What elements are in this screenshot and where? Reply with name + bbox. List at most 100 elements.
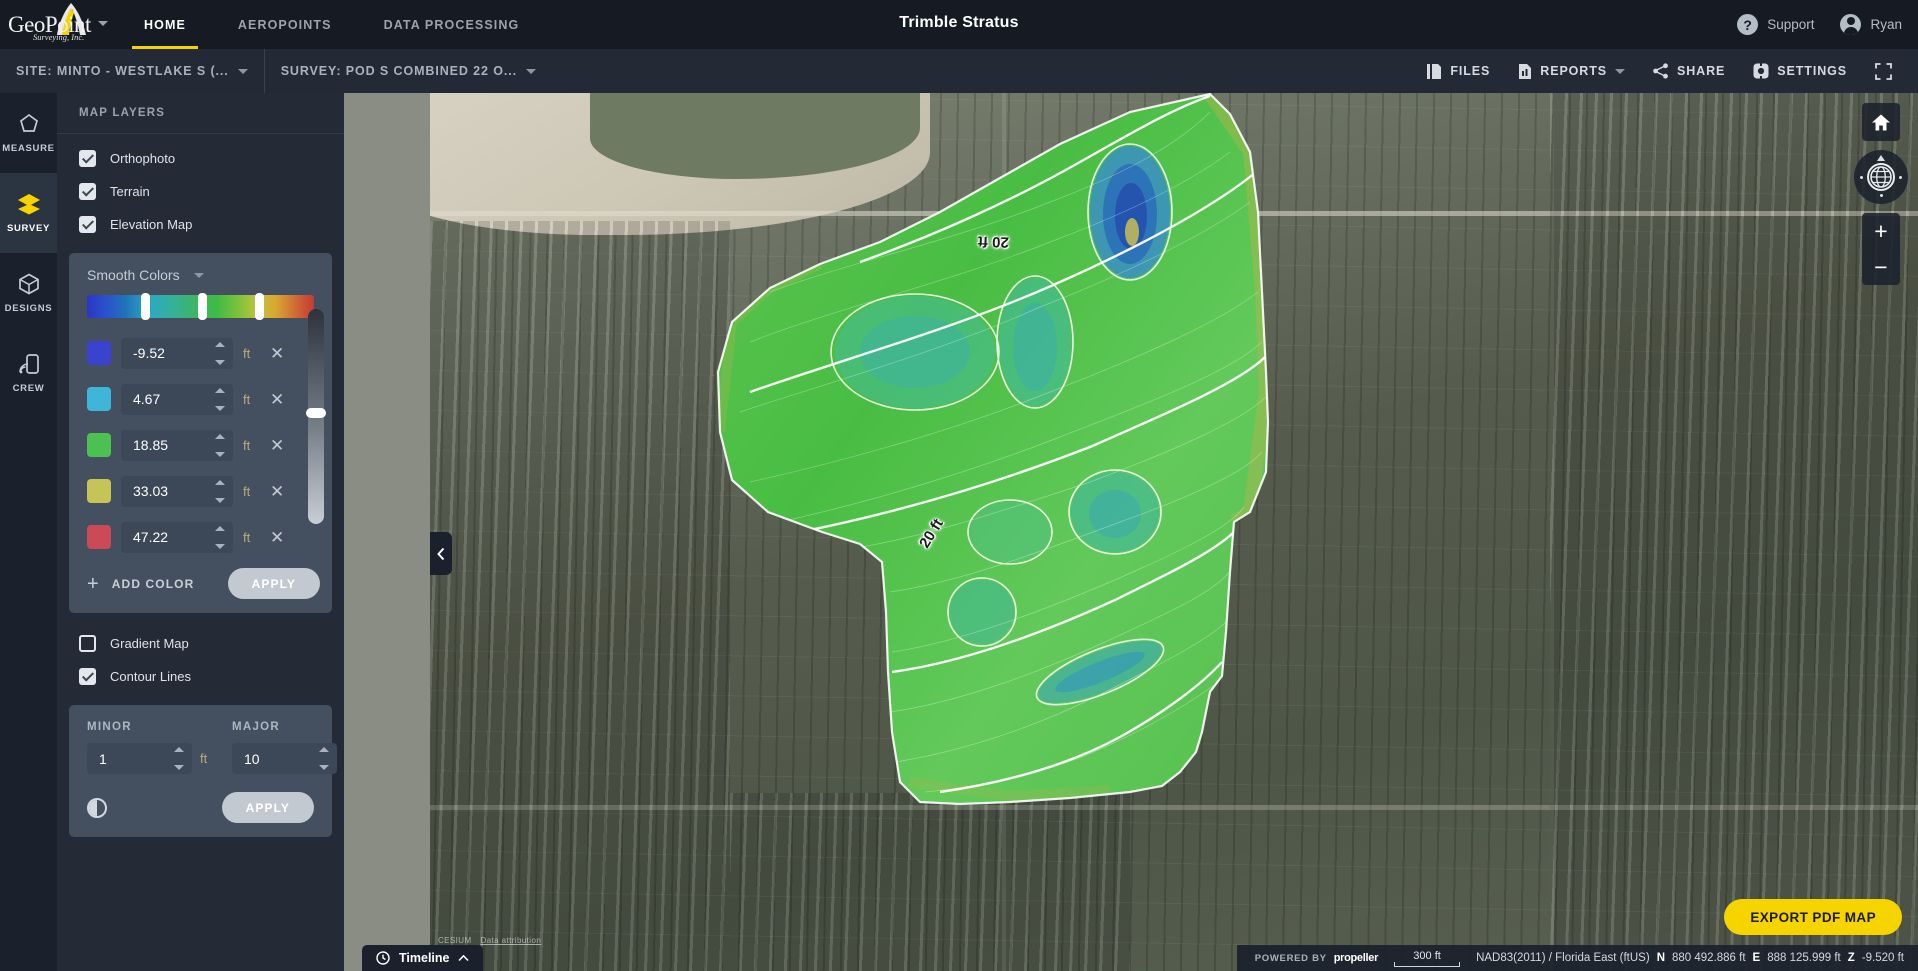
files-button[interactable]: FILES [1413, 49, 1504, 93]
compass-east-dot[interactable] [1899, 176, 1902, 179]
stepper-up-icon[interactable] [215, 480, 225, 485]
zoom-out-button[interactable]: − [1874, 254, 1887, 281]
stepper-control[interactable] [215, 388, 226, 411]
compass-west-dot[interactable] [1860, 176, 1863, 179]
remove-color-button[interactable]: ✕ [267, 391, 287, 408]
elevation-value-field[interactable] [121, 476, 233, 507]
color-swatch[interactable] [87, 525, 111, 549]
export-pdf-map-button[interactable]: EXPORT PDF MAP [1724, 899, 1902, 935]
stepper-up-icon[interactable] [215, 434, 225, 439]
stepper-down-icon[interactable] [319, 765, 329, 770]
reports-button[interactable]: REPORTS [1504, 49, 1639, 93]
brand-dropdown-icon[interactable] [98, 21, 108, 26]
minor-interval-field[interactable] [87, 743, 192, 774]
apply-colors-button[interactable]: APPLY [228, 568, 320, 599]
stepper-down-icon[interactable] [215, 544, 225, 549]
elevation-value-input[interactable] [121, 339, 207, 368]
stepper-down-icon[interactable] [215, 452, 225, 457]
status-bar: POWERED BY propeller 300 ft NAD83(2011) … [1237, 945, 1918, 971]
layer-toggle-terrain[interactable]: Terrain [57, 175, 344, 208]
elevation-value-input[interactable] [121, 385, 207, 414]
timeline-toggle[interactable]: Timeline [362, 945, 483, 971]
map-viewport[interactable]: 20 ft 20 ft [430, 93, 1918, 971]
home-button[interactable] [1862, 103, 1900, 141]
stepper-up-icon[interactable] [319, 747, 329, 752]
gradient-handle-3[interactable] [255, 293, 264, 320]
toggle-gradient-map[interactable]: Gradient Map [57, 627, 344, 660]
rail-item-crew[interactable]: CREW [0, 333, 57, 413]
color-stop-row: ft ✕ [69, 330, 332, 376]
remove-color-button[interactable]: ✕ [267, 529, 287, 546]
color-swatch[interactable] [87, 387, 111, 411]
stepper-down-icon[interactable] [215, 498, 225, 503]
stepper-up-icon[interactable] [215, 526, 225, 531]
stepper-down-icon[interactable] [215, 406, 225, 411]
compass-control[interactable] [1854, 150, 1908, 204]
elevation-value-input[interactable] [121, 477, 207, 506]
color-gradient-slider[interactable] [87, 295, 314, 318]
remove-color-button[interactable]: ✕ [267, 345, 287, 362]
remove-color-button[interactable]: ✕ [267, 483, 287, 500]
brand-logo[interactable]: GeoPoint Surveying, Inc. [0, 0, 118, 49]
minor-interval-input[interactable] [87, 744, 173, 773]
stepper-control[interactable] [215, 434, 226, 457]
color-swatch[interactable] [87, 479, 111, 503]
zoom-in-button[interactable]: + [1874, 218, 1887, 245]
scale-label: 300 ft [1413, 950, 1441, 962]
rail-item-measure[interactable]: MEASURE [0, 93, 57, 173]
layer-toggle-orthophoto[interactable]: Orthophoto [57, 142, 344, 175]
chevron-down-icon [526, 69, 536, 74]
stepper-up-icon[interactable] [215, 388, 225, 393]
stepper-control[interactable] [215, 480, 226, 503]
color-swatch[interactable] [87, 433, 111, 457]
rail-item-designs[interactable]: DESIGNS [0, 253, 57, 333]
nav-tab-data-processing[interactable]: DATA PROCESSING [358, 0, 546, 49]
elevation-value-field[interactable] [121, 522, 233, 553]
compass-south-dot[interactable] [1880, 194, 1883, 197]
stepper-down-icon[interactable] [174, 765, 184, 770]
major-interval-input[interactable] [232, 744, 318, 773]
stepper-control[interactable] [215, 526, 226, 549]
major-interval-field[interactable] [232, 743, 337, 774]
settings-button[interactable]: SETTINGS [1739, 49, 1861, 93]
elevation-value-field[interactable] [121, 338, 233, 369]
map-attribution: CESIUM Data attribution [438, 936, 541, 945]
powered-by-label: POWERED BY [1255, 953, 1327, 964]
site-selector[interactable]: SITE: MINTO - WESTLAKE S (... [0, 49, 264, 93]
color-swatch[interactable] [87, 341, 111, 365]
remove-color-button[interactable]: ✕ [267, 437, 287, 454]
apply-contours-button[interactable]: APPLY [222, 792, 314, 823]
share-button[interactable]: SHARE [1639, 49, 1739, 93]
chevron-up-icon[interactable] [458, 954, 469, 962]
survey-selector[interactable]: SURVEY: POD S COMBINED 22 O... [264, 49, 552, 93]
stepper-down-icon[interactable] [215, 360, 225, 365]
elevation-value-field[interactable] [121, 384, 233, 415]
stepper-up-icon[interactable] [174, 747, 184, 752]
elevation-map-overlay[interactable] [710, 93, 1270, 852]
elevation-value-input[interactable] [121, 431, 207, 460]
opacity-slider-handle[interactable] [306, 408, 326, 418]
fullscreen-button[interactable] [1861, 49, 1906, 93]
nav-tab-home[interactable]: HOME [118, 0, 212, 49]
add-color-button[interactable]: + ADD COLOR [87, 574, 194, 594]
stepper-control[interactable] [174, 747, 185, 770]
elevation-value-field[interactable] [121, 430, 233, 461]
elevation-value-input[interactable] [121, 523, 207, 552]
rail-item-survey[interactable]: SURVEY [0, 173, 57, 253]
opacity-slider[interactable] [308, 309, 324, 524]
nav-tab-aeropoints[interactable]: AEROPOINTS [212, 0, 358, 49]
user-account-button[interactable]: Ryan [1840, 14, 1902, 35]
toggle-contour-lines[interactable]: Contour Lines [57, 660, 344, 693]
layer-toggle-elevation-map[interactable]: Elevation Map [57, 208, 344, 241]
contrast-icon[interactable] [87, 798, 107, 818]
gradient-handle-1[interactable] [141, 293, 150, 320]
support-button[interactable]: ? Support [1737, 14, 1814, 35]
color-mode-select[interactable]: Smooth Colors [69, 267, 332, 295]
stepper-control[interactable] [215, 342, 226, 365]
collapse-panel-button[interactable] [430, 532, 452, 575]
site-selector-label: SITE: MINTO - WESTLAKE S (... [16, 64, 229, 78]
gradient-handle-2[interactable] [198, 293, 207, 320]
data-attribution-link[interactable]: Data attribution [481, 936, 542, 945]
stepper-control[interactable] [319, 747, 330, 770]
stepper-up-icon[interactable] [215, 342, 225, 347]
